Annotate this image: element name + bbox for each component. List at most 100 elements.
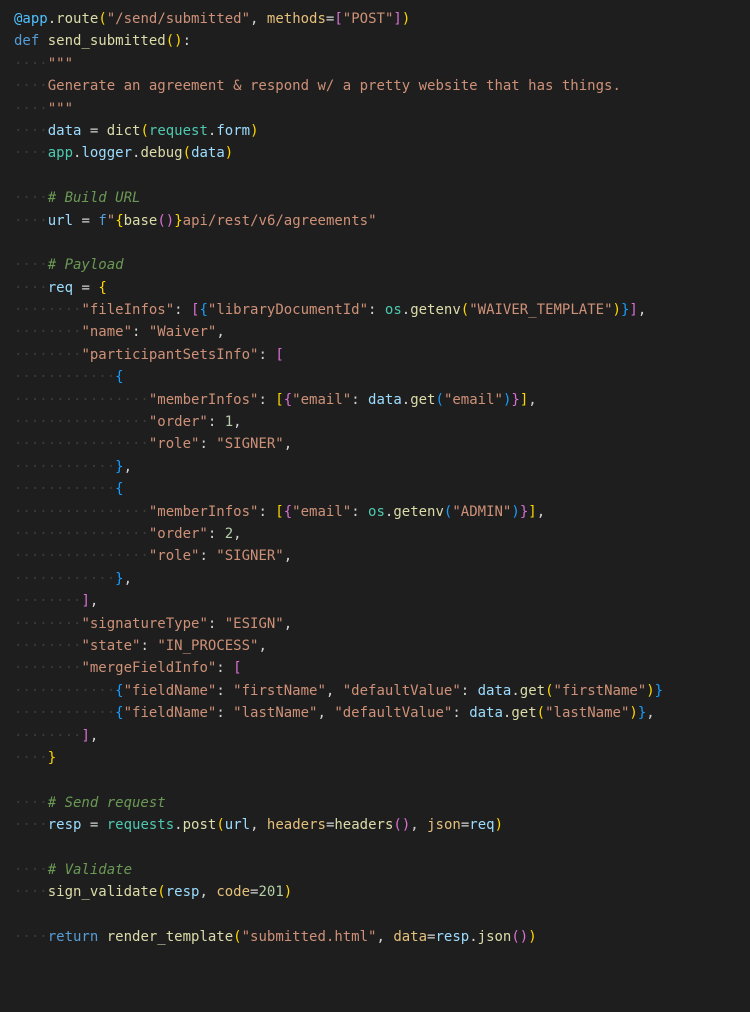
code-line[interactable]: ····sign_validate(resp, code=201) [14, 881, 750, 903]
code-line[interactable]: ········"participantSetsInfo": [ [14, 344, 750, 366]
code-token-punct: : [199, 548, 216, 564]
code-token-punct: = [81, 817, 106, 833]
code-token-whitespace: ········ [14, 324, 81, 340]
code-token-punct: , [284, 548, 292, 564]
code-token-plain [14, 839, 22, 855]
code-token-bracket2: ) [402, 817, 410, 833]
code-line[interactable]: ················"memberInfos": [{"email"… [14, 389, 750, 411]
code-token-bracket1: ) [613, 302, 621, 318]
code-token-punct: : [351, 504, 368, 520]
code-token-bracket1: ( [157, 884, 165, 900]
code-token-func: route [56, 11, 98, 27]
code-editor-content[interactable]: @app.route("/send/submitted", methods=["… [14, 8, 750, 948]
code-token-string: "IN_PROCESS" [157, 638, 258, 654]
code-token-bracket1: ) [225, 145, 233, 161]
code-token-bracket2: ( [511, 929, 519, 945]
code-token-whitespace: ···· [14, 750, 48, 766]
code-token-param: methods [267, 11, 326, 27]
code-line[interactable]: ············{ [14, 366, 750, 388]
code-token-string: "participantSetsInfo" [81, 347, 258, 363]
code-token-punct: , [124, 571, 132, 587]
code-token-whitespace: ···· [14, 257, 48, 273]
code-line[interactable]: ················"role": "SIGNER", [14, 545, 750, 567]
code-line[interactable]: ········"signatureType": "ESIGN", [14, 613, 750, 635]
code-line[interactable]: ····# Send request [14, 792, 750, 814]
code-token-string: "firstName" [233, 683, 326, 699]
code-token-punct: : [216, 660, 233, 676]
code-line[interactable]: ····} [14, 747, 750, 769]
code-token-bracket3: { [115, 369, 123, 385]
code-line[interactable]: ················"memberInfos": [{"email"… [14, 501, 750, 523]
code-line[interactable]: ············{"fieldName": "firstName", "… [14, 680, 750, 702]
code-line[interactable] [14, 904, 750, 926]
code-token-keyword: f [98, 213, 106, 229]
code-line[interactable]: ················"role": "SIGNER", [14, 433, 750, 455]
code-token-punct: : [183, 33, 191, 49]
code-line[interactable]: ········"state": "IN_PROCESS", [14, 635, 750, 657]
code-token-bracket2: } [511, 392, 519, 408]
code-line[interactable]: ············{ [14, 478, 750, 500]
code-line[interactable]: ····# Validate [14, 859, 750, 881]
code-line[interactable]: ········"mergeFieldInfo": [ [14, 657, 750, 679]
code-line[interactable]: ············}, [14, 568, 750, 590]
code-token-func: json [478, 929, 512, 945]
code-token-bracket3: { [199, 302, 207, 318]
code-line[interactable] [14, 836, 750, 858]
code-line[interactable]: ········], [14, 725, 750, 747]
code-token-func: get [511, 705, 536, 721]
code-token-whitespace: ············ [14, 705, 115, 721]
code-token-func: getenv [410, 302, 461, 318]
code-line[interactable]: ················"order": 1, [14, 411, 750, 433]
code-token-bracket3: ( [436, 392, 444, 408]
code-line[interactable]: ····# Build URL [14, 187, 750, 209]
code-token-variable: req [469, 817, 494, 833]
code-line[interactable]: @app.route("/send/submitted", methods=["… [14, 8, 750, 30]
code-token-variable: url [225, 817, 250, 833]
code-line[interactable]: ····Generate an agreement & respond w/ a… [14, 75, 750, 97]
code-line[interactable]: ····resp = requests.post(url, headers=he… [14, 814, 750, 836]
code-token-module: requests [107, 817, 174, 833]
code-line[interactable]: ········"fileInfos": [{"libraryDocumentI… [14, 299, 750, 321]
code-line[interactable] [14, 769, 750, 791]
code-token-punct: = [81, 123, 106, 139]
code-token-variable: resp [435, 929, 469, 945]
code-token-string: "state" [81, 638, 140, 654]
code-token-number: 201 [258, 884, 283, 900]
code-line[interactable]: ····app.logger.debug(data) [14, 142, 750, 164]
code-token-punct: , [537, 504, 545, 520]
code-line[interactable]: ····# Payload [14, 254, 750, 276]
code-line[interactable]: ············{"fieldName": "lastName", "d… [14, 702, 750, 724]
code-token-param: json [427, 817, 461, 833]
code-token-bracket2: ( [393, 817, 401, 833]
code-line[interactable] [14, 165, 750, 187]
code-line[interactable]: ····""" [14, 53, 750, 75]
code-token-whitespace: ···· [14, 213, 48, 229]
code-line[interactable]: ····""" [14, 98, 750, 120]
code-token-punct: : [208, 414, 225, 430]
code-token-punct: , [528, 392, 536, 408]
code-token-whitespace: ················ [14, 526, 149, 542]
code-line[interactable] [14, 232, 750, 254]
code-token-docstring: """ [48, 56, 73, 72]
code-line[interactable]: ····return render_template("submitted.ht… [14, 926, 750, 948]
code-line[interactable]: def send_submitted(): [14, 30, 750, 52]
code-token-punct: , [317, 705, 334, 721]
code-token-bracket1: ( [545, 683, 553, 699]
code-token-func: render_template [107, 929, 233, 945]
code-token-func: dict [107, 123, 141, 139]
code-line[interactable]: ····req = { [14, 277, 750, 299]
code-token-punct: : [208, 526, 225, 542]
code-line[interactable]: ············}, [14, 456, 750, 478]
code-line[interactable]: ····data = dict(request.form) [14, 120, 750, 142]
code-line[interactable]: ················"order": 2, [14, 523, 750, 545]
code-line[interactable]: ····url = f"{base()}api/rest/v6/agreemen… [14, 210, 750, 232]
code-token-variable: data [478, 683, 512, 699]
code-token-bracket2: [ [275, 347, 283, 363]
code-token-func: sign_validate [48, 884, 158, 900]
code-line[interactable]: ········], [14, 590, 750, 612]
code-token-string: "ADMIN" [452, 504, 511, 520]
code-token-bracket1: ) [528, 929, 536, 945]
code-token-bracket2: [ [233, 660, 241, 676]
code-token-whitespace: ···· [14, 795, 48, 811]
code-line[interactable]: ········"name": "Waiver", [14, 321, 750, 343]
